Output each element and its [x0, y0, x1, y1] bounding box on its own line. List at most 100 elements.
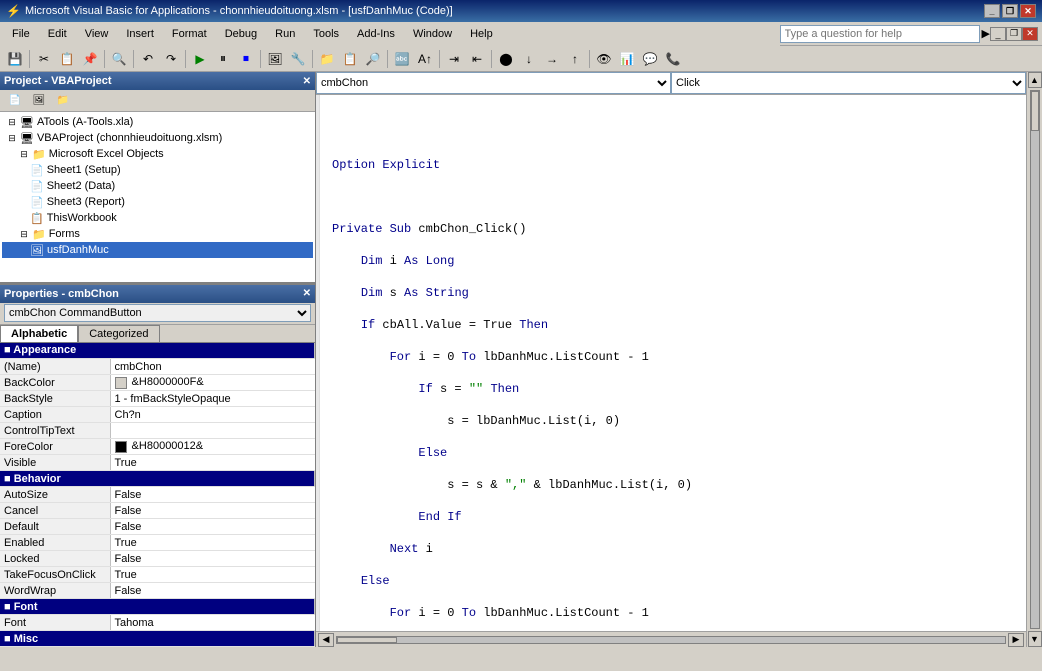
- scroll-up-button[interactable]: ▲: [1028, 72, 1042, 88]
- tree-item-sheet3[interactable]: 📄 Sheet3 (Report): [2, 194, 313, 210]
- project-panel-close[interactable]: ✕: [303, 76, 311, 87]
- menu-debug[interactable]: Debug: [217, 26, 265, 42]
- watch-button[interactable]: 👁: [593, 49, 615, 69]
- main-toolbar: 💾 ✂ 📋 📌 🔍 ↶ ↷ ▶ ⏸ ⏹ 🖼 🔧 📁 📋 🔎 🔤 A↑ ⇥ ⇤ ⬤…: [0, 46, 1042, 72]
- prop-row-font: Font Tahoma: [0, 615, 315, 631]
- menu-file[interactable]: File: [4, 26, 38, 42]
- find-button[interactable]: 🔍: [108, 49, 130, 69]
- project-explorer-button[interactable]: 📁: [316, 49, 338, 69]
- pause-button[interactable]: ⏸: [212, 49, 234, 69]
- help-go-button[interactable]: ▶: [982, 27, 990, 40]
- undo-button[interactable]: ↶: [137, 49, 159, 69]
- procedure-dropdown[interactable]: Click: [671, 72, 1026, 94]
- prop-row-enabled: Enabled True: [0, 535, 315, 551]
- props-table: ■ Appearance (Name) cmbChon BackColor &H…: [0, 343, 315, 648]
- run-button[interactable]: ▶: [189, 49, 211, 69]
- properties-button[interactable]: 📋: [339, 49, 361, 69]
- save-button[interactable]: 💾: [4, 49, 26, 69]
- tree-item-sheet2[interactable]: 📄 Sheet2 (Data): [2, 178, 313, 194]
- outdent-button[interactable]: ⇤: [466, 49, 488, 69]
- props-object-select[interactable]: cmbChon CommandButton: [4, 304, 311, 322]
- step-over-button[interactable]: →: [541, 49, 563, 69]
- scroll-left-button[interactable]: ◀: [318, 633, 334, 647]
- expand-forms[interactable]: ⊟: [18, 228, 30, 240]
- restore-button[interactable]: ❐: [1002, 4, 1018, 18]
- cut-button[interactable]: ✂: [33, 49, 55, 69]
- menu-window[interactable]: Window: [405, 26, 460, 42]
- copy-button[interactable]: 📋: [56, 49, 78, 69]
- toolbar-extra1[interactable]: 🔤: [391, 49, 413, 69]
- tree-item-atools[interactable]: ⊟ 🖥 ATools (A-Tools.xla): [2, 114, 313, 130]
- vscroll-thumb[interactable]: [1031, 91, 1039, 131]
- scroll-down-button[interactable]: ▼: [1028, 631, 1042, 647]
- tab-categorized[interactable]: Categorized: [78, 325, 159, 342]
- vscroll-track[interactable]: [1030, 90, 1040, 629]
- call-stack-button[interactable]: 📞: [662, 49, 684, 69]
- indent-button[interactable]: ⇥: [443, 49, 465, 69]
- step-into-button[interactable]: ↓: [518, 49, 540, 69]
- properties-panel-header: Properties - cmbChon ✕: [0, 285, 315, 303]
- properties-panel: Properties - cmbChon ✕ cmbChon CommandBu…: [0, 284, 315, 648]
- toolbar-btn1[interactable]: 🔧: [287, 49, 309, 69]
- project-panel-header: Project - VBAProject ✕: [0, 72, 315, 90]
- prop-row-backcolor: BackColor &H8000000F&: [0, 375, 315, 391]
- scrollbar-thumb[interactable]: [337, 637, 397, 643]
- horizontal-scrollbar[interactable]: ◀ ▶: [316, 631, 1026, 647]
- section-behavior: ■ Behavior: [0, 471, 315, 487]
- backcolor-swatch: [115, 377, 127, 389]
- menu-insert[interactable]: Insert: [118, 26, 162, 42]
- toggle-folders-button[interactable]: 📁: [52, 91, 74, 111]
- scroll-right-button[interactable]: ▶: [1008, 633, 1024, 647]
- menu-format[interactable]: Format: [164, 26, 215, 42]
- menu-view[interactable]: View: [77, 26, 117, 42]
- toolbar-extra2[interactable]: A↑: [414, 49, 436, 69]
- properties-panel-close[interactable]: ✕: [303, 288, 311, 299]
- paste-button[interactable]: 📌: [79, 49, 101, 69]
- step-out-button[interactable]: ↑: [564, 49, 586, 69]
- tree-item-sheet1[interactable]: 📄 Sheet1 (Setup): [2, 162, 313, 178]
- tree-item-forms[interactable]: ⊟ 📁 Forms: [2, 226, 313, 242]
- tree-item-vbaproject[interactable]: ⊟ 🖥 VBAProject (chonnhieudoituong.xlsm): [2, 130, 313, 146]
- prop-row-locked: Locked False: [0, 551, 315, 567]
- props-object-combo[interactable]: cmbChon CommandButton: [0, 303, 315, 325]
- vba-restore-button[interactable]: ❐: [1006, 27, 1022, 41]
- tab-alphabetic[interactable]: Alphabetic: [0, 325, 78, 342]
- menu-tools[interactable]: Tools: [305, 26, 347, 42]
- close-button[interactable]: ✕: [1020, 4, 1036, 18]
- breakpoint-button[interactable]: ⬤: [495, 49, 517, 69]
- tree-item-thisworkbook[interactable]: 📋 ThisWorkbook: [2, 210, 313, 226]
- code-editor[interactable]: Option Explicit Private Sub cmbChon_Clic…: [316, 95, 1026, 631]
- menu-addins[interactable]: Add-Ins: [349, 26, 403, 42]
- expand-excel-objects[interactable]: ⊟: [18, 148, 30, 160]
- vba-close-button[interactable]: ✕: [1022, 27, 1038, 41]
- menu-edit[interactable]: Edit: [40, 26, 75, 42]
- stop-button[interactable]: ⏹: [235, 49, 257, 69]
- minimize-button[interactable]: _: [984, 4, 1000, 18]
- expand-atools[interactable]: ⊟: [6, 116, 18, 128]
- help-input[interactable]: [780, 25, 980, 43]
- project-tree[interactable]: ⊟ 🖥 ATools (A-Tools.xla) ⊟ 🖥 VBAProject …: [0, 112, 315, 282]
- prop-row-takefocus: TakeFocusOnClick True: [0, 567, 315, 583]
- locals-button[interactable]: 📊: [616, 49, 638, 69]
- menu-bar: File Edit View Insert Format Debug Run T…: [0, 22, 780, 46]
- main-layout: Project - VBAProject ✕ 📄 🖼 📁 ⊟ 🖥 ATools …: [0, 72, 1042, 647]
- menu-run[interactable]: Run: [267, 26, 303, 42]
- object-dropdown[interactable]: cmbChon: [316, 72, 671, 94]
- view-code-button[interactable]: 📄: [4, 91, 26, 111]
- redo-button[interactable]: ↷: [160, 49, 182, 69]
- forecolor-swatch: [115, 441, 127, 453]
- vertical-scrollbar[interactable]: ▲ ▼: [1026, 72, 1042, 647]
- expand-vbaproject[interactable]: ⊟: [6, 132, 18, 144]
- view-object-button[interactable]: 🖼: [28, 91, 50, 111]
- menu-help[interactable]: Help: [462, 26, 501, 42]
- section-appearance: ■ Appearance: [0, 343, 315, 359]
- title-bar: ⚡ Microsoft Visual Basic for Application…: [0, 0, 1042, 22]
- vba-minimize-button[interactable]: _: [990, 27, 1006, 41]
- scrollbar-track[interactable]: [336, 636, 1006, 644]
- immediate-button[interactable]: 💬: [639, 49, 661, 69]
- tree-item-usfdanhmuc[interactable]: 🖼 usfDanhMuc: [2, 242, 313, 258]
- tree-item-excel-objects[interactable]: ⊟ 📁 Microsoft Excel Objects: [2, 146, 313, 162]
- userform-button[interactable]: 🖼: [264, 49, 286, 69]
- app-icon: ⚡: [6, 4, 21, 18]
- object-browser-button[interactable]: 🔎: [362, 49, 384, 69]
